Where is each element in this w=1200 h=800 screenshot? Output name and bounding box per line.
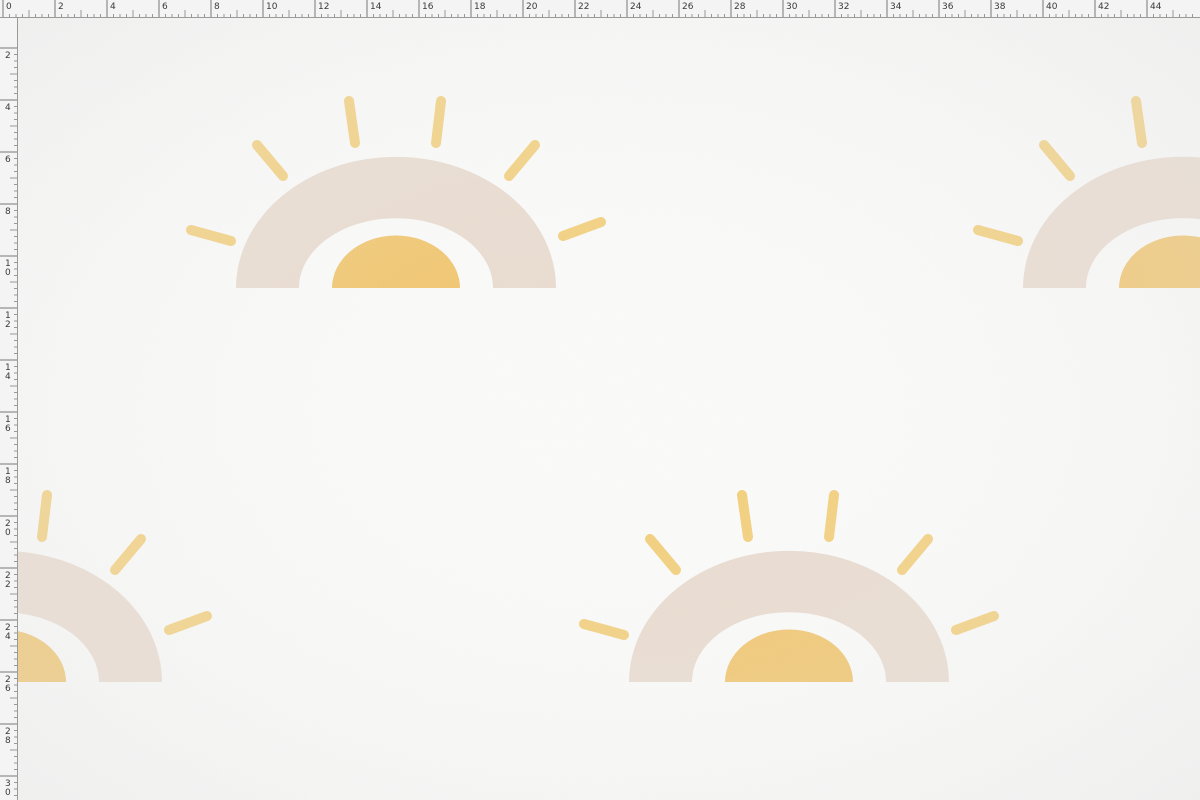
ruler-label: 8 (5, 207, 11, 217)
ruler-label: 10 (266, 2, 278, 12)
ruler-label: 32 (838, 2, 849, 12)
ruler-label: 20 (526, 2, 538, 12)
ruler-label: 12 (5, 311, 11, 330)
horizontal-ruler-ticks: 0 2 4 6 8 10 12 14 16 18 20 22 24 26 28 30 32 34 36 38 40 42 4… (2, 0, 1193, 17)
ruler-label: 26 (5, 675, 11, 694)
vertical-ruler-ticks: 24681 01 21 41 61 82 02 22 42 62 83 0 (0, 47, 17, 798)
fabric-preview-canvas (18, 18, 1200, 800)
ruler-label: 26 (682, 2, 694, 12)
ruler-label: 4 (110, 2, 116, 12)
ruler-label: 6 (162, 2, 168, 12)
ruler-label: 30 (786, 2, 798, 12)
ruler-label: 16 (422, 2, 434, 12)
ruler-label: 34 (890, 2, 902, 12)
ruler-label: 12 (318, 2, 329, 12)
vertical-ruler[interactable]: 24681012141618202224262830 (0, 18, 18, 800)
fabric-texture (18, 18, 1200, 800)
ruler-label: 6 (5, 155, 11, 165)
ruler-label: 40 (1046, 2, 1058, 12)
ruler-label: 16 (5, 415, 11, 434)
ruler-label: 24 (5, 623, 11, 642)
ruler-label: 18 (474, 2, 486, 12)
horizontal-ruler[interactable]: 0 2 4 6 8 10 12 14 16 18 20 22 24 26 28 30 32 34 36 38 40 42 4… (0, 0, 1200, 18)
ruler-label: 30 (5, 779, 11, 798)
ruler-label: 14 (5, 363, 11, 382)
ruler-label: 28 (5, 727, 11, 746)
ruler-label: 18 (5, 467, 11, 486)
ruler-label: 28 (734, 2, 746, 12)
ruler-label: 22 (5, 571, 11, 590)
ruler-label: 2 (5, 51, 11, 61)
ruler-label: 10 (5, 259, 11, 278)
ruler-label: 8 (214, 2, 220, 12)
ruler-label: 14 (370, 2, 382, 12)
ruler-label: 38 (994, 2, 1006, 12)
ruler-label: 4 (5, 103, 11, 113)
ruler-label: 36 (942, 2, 954, 12)
ruler-label: 24 (630, 2, 642, 12)
ruler-label: 44 (1150, 2, 1162, 12)
ruler-label: 22 (578, 2, 589, 12)
ruler-label: 2 (58, 2, 64, 12)
ruler-label: 42 (1098, 2, 1109, 12)
ruler-label: 0 (6, 2, 12, 12)
sun-pattern (18, 18, 1200, 800)
ruler-label: 20 (5, 519, 11, 538)
